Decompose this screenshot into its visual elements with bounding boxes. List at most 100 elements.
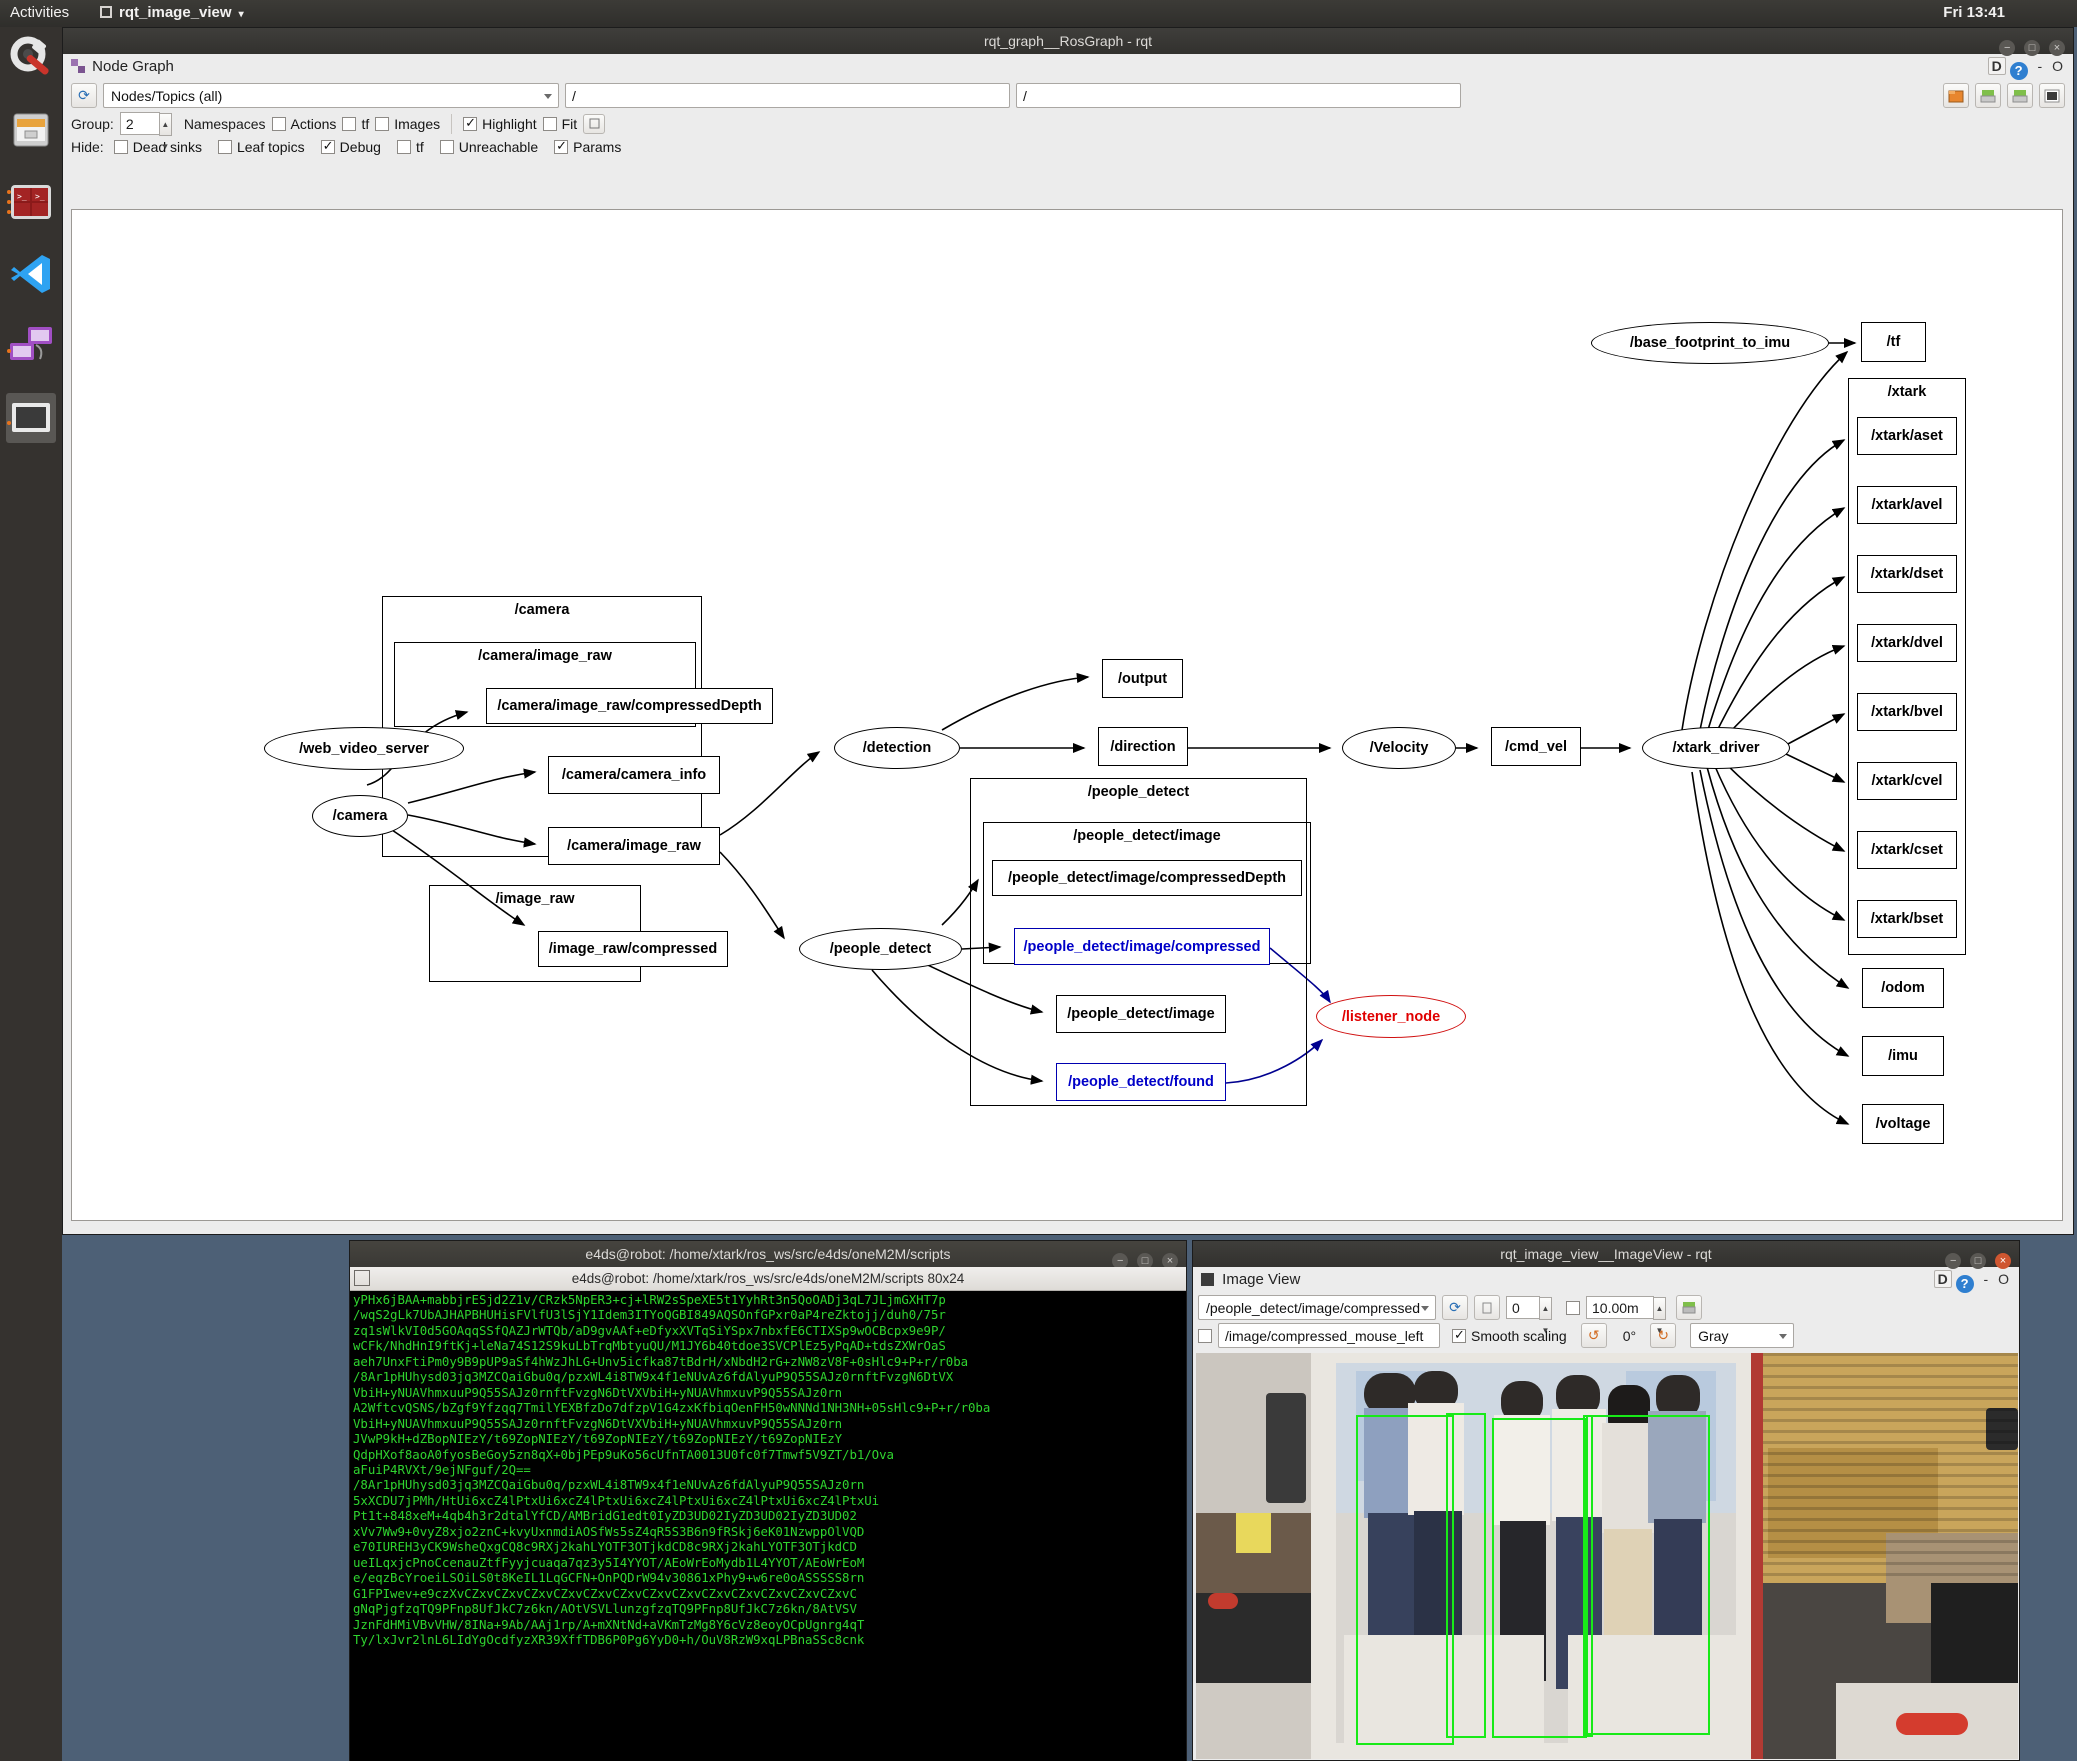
mouse-topic-checkbox[interactable] (1198, 1328, 1212, 1343)
colormap-select[interactable]: Gray (1690, 1323, 1795, 1348)
graph-node-xtark-aset[interactable]: /xtark/aset (1857, 417, 1957, 455)
graph-node-image-raw-compressed[interactable]: /image_raw/compressed (538, 931, 728, 967)
rqt-graph-titlebar[interactable]: rqt_graph__RosGraph - rqt − □ × (63, 28, 2073, 56)
save-dot-icon[interactable] (1975, 83, 2001, 108)
terminal-tab[interactable]: e4ds@robot: /home/xtark/ros_ws/src/e4ds/… (350, 1267, 1186, 1291)
spinner-arrows[interactable]: ▲ ▼ (1653, 1297, 1666, 1335)
smooth-scaling-label: Smooth scaling (1471, 1327, 1567, 1344)
app-menu-button[interactable]: rqt_image_view ▾ (100, 4, 244, 21)
refresh-icon[interactable]: ⟳ (71, 83, 97, 108)
graph-node-camera-image-raw-compressedDepth[interactable]: /camera/image_raw/compressedDepth (486, 688, 773, 724)
terminal-icon[interactable]: >_ >_ (6, 177, 56, 227)
image-view-canvas[interactable] (1196, 1353, 2018, 1759)
image-view-titlebar[interactable]: rqt_image_view__ImageView - rqt − □ × (1193, 1241, 2019, 1269)
running-indicator-dot (7, 210, 11, 214)
graph-node-camera[interactable]: /camera (312, 795, 408, 837)
graph-node-people-detect-found[interactable]: /people_detect/found (1056, 1063, 1226, 1101)
hide-leaf-topics-checkbox[interactable]: Leaf topics (217, 139, 305, 155)
hide-params-checkbox[interactable]: Params (554, 138, 621, 155)
graph-node-xtark-cset[interactable]: /xtark/cset (1857, 831, 1957, 869)
graph-node-direction[interactable]: /direction (1098, 727, 1188, 766)
frame-number-spinbox[interactable]: 0 ▲ ▼ (1506, 1296, 1552, 1335)
checkbox-box (375, 116, 390, 131)
graph-node-tf[interactable]: /tf (1861, 322, 1926, 362)
terminal-menu-icon[interactable] (354, 1270, 370, 1286)
clock[interactable]: Fri 13:41 (1943, 4, 2005, 21)
graph-node-detection[interactable]: /detection (834, 727, 960, 769)
graph-node-web-video-server[interactable]: /web_video_server (264, 727, 464, 770)
graph-node-xtark-bvel[interactable]: /xtark/bvel (1857, 693, 1957, 731)
vscode-icon[interactable] (6, 249, 56, 299)
terminal-output[interactable]: yPHx6jBAA+mabbjrESjd2Z1v/CRzk5NpER3+cj+l… (350, 1291, 1186, 1761)
dock-minimize-button[interactable]: - (2038, 58, 2043, 74)
activities-button[interactable]: Activities (10, 4, 69, 21)
topic-filter-input[interactable]: / (565, 83, 1010, 108)
settings-icon[interactable] (6, 33, 56, 83)
graph-node-voltage[interactable]: /voltage (1862, 1104, 1944, 1144)
graph-node-xtark-dvel[interactable]: /xtark/dvel (1857, 624, 1957, 662)
dock-d-button[interactable]: D (1933, 1270, 1952, 1288)
graph-node-xtark-driver[interactable]: /xtark_driver (1642, 727, 1790, 769)
image-view-toolbar-bottom: /image/compressed_mouse_left Smooth scal… (1193, 1322, 2019, 1349)
range-checkbox[interactable] (1566, 1300, 1580, 1315)
graph-node-camera-camera-info[interactable]: /camera/camera_info (548, 756, 720, 794)
graph-node-xtark-dset[interactable]: /xtark/dset (1857, 555, 1957, 593)
highlight-checkbox[interactable]: Highlight (463, 115, 537, 132)
graph-node-xtark-bset[interactable]: /xtark/bset (1857, 900, 1957, 938)
dock-float-button[interactable]: O (1998, 1271, 2009, 1287)
fit-icon[interactable] (583, 113, 606, 134)
fit-checkbox[interactable]: Fit (542, 116, 577, 132)
chevron-down-icon (544, 94, 552, 99)
actions-checkbox[interactable]: Actions (271, 116, 336, 132)
graph-node-camera-image-raw[interactable]: /camera/image_raw (548, 827, 720, 865)
node-graph-panel-header: Node Graph D ? - O (63, 54, 2073, 80)
graph-node-listener-node[interactable]: /listener_node (1316, 995, 1466, 1038)
hide-unreachable-checkbox[interactable]: Unreachable (439, 139, 538, 155)
graph-node-base-footprint-to-imu[interactable]: /base_footprint_to_imu (1591, 322, 1829, 364)
graph-node-imu[interactable]: /imu (1862, 1036, 1944, 1076)
files-icon[interactable] (6, 105, 56, 155)
dock-float-button[interactable]: O (2052, 58, 2063, 74)
graph-filter-select[interactable]: Nodes/Topics (all) (103, 83, 559, 108)
hide-dead-sinks-checkbox[interactable]: Dead sinks (113, 139, 202, 155)
image-topic-select[interactable]: /people_detect/image/compressed (1198, 1295, 1436, 1320)
spinner-arrows[interactable]: ▲ ▼ (1539, 1297, 1552, 1335)
spinner-arrows[interactable]: ▲ ▼ (158, 113, 172, 151)
help-icon[interactable]: ? (1955, 1275, 1974, 1293)
mouse-topic-input[interactable]: /image/compressed_mouse_left (1218, 1323, 1440, 1348)
terminal-titlebar[interactable]: e4ds@robot: /home/xtark/ros_ws/src/e4ds/… (350, 1241, 1186, 1269)
hide-tf-checkbox[interactable]: tf (396, 139, 424, 155)
save-image-icon[interactable] (2007, 83, 2033, 108)
graph-node-odom[interactable]: /odom (1862, 968, 1944, 1008)
dock-minimize-button[interactable]: - (1984, 1271, 1989, 1287)
ros-graph-canvas[interactable]: /camera /camera/image_raw /image_raw /pe… (71, 209, 2063, 1221)
images-checkbox[interactable]: Images (375, 116, 440, 132)
tf-checkbox[interactable]: tf (342, 116, 369, 132)
node-filter-input[interactable]: / (1016, 83, 1461, 108)
publish-icon[interactable] (1676, 1295, 1702, 1320)
namespaces-label: Namespaces (183, 115, 266, 132)
remote-desktop-icon[interactable] (6, 321, 56, 371)
group-value: 2 (125, 116, 134, 132)
rotate-left-icon[interactable]: ↺ (1580, 1323, 1607, 1348)
help-icon[interactable]: ? (2009, 62, 2028, 80)
graph-node-cmd-vel[interactable]: /cmd_vel (1491, 727, 1581, 766)
hide-debug-checkbox[interactable]: Debug (320, 138, 381, 155)
dock-d-button[interactable]: D (1987, 57, 2006, 75)
display-icon[interactable] (6, 393, 56, 443)
graph-node-output[interactable]: /output (1102, 659, 1183, 698)
smooth-scaling-checkbox[interactable]: Smooth scaling (1452, 1327, 1567, 1344)
graph-node-people-detect[interactable]: /people_detect (799, 928, 962, 970)
load-icon[interactable] (1943, 83, 1969, 108)
group-spinbox[interactable]: 2 ▲ ▼ (119, 112, 172, 151)
graph-node-people-detect-image-compressed[interactable]: /people_detect/image/compressed (1014, 928, 1270, 965)
graph-node-people-detect-image-compressedDepth[interactable]: /people_detect/image/compressedDepth (992, 860, 1302, 896)
graph-node-xtark-avel[interactable]: /xtark/avel (1857, 486, 1957, 524)
range-spinbox[interactable]: 10.00m ▲ ▼ (1586, 1296, 1666, 1335)
graph-node-people-detect-image[interactable]: /people_detect/image (1056, 995, 1226, 1033)
refresh-icon[interactable]: ⟳ (1442, 1295, 1468, 1320)
screen-icon[interactable] (2039, 83, 2065, 108)
save-icon[interactable] (1474, 1295, 1500, 1320)
graph-node-velocity[interactable]: /Velocity (1342, 727, 1456, 769)
graph-node-xtark-cvel[interactable]: /xtark/cvel (1857, 762, 1957, 800)
